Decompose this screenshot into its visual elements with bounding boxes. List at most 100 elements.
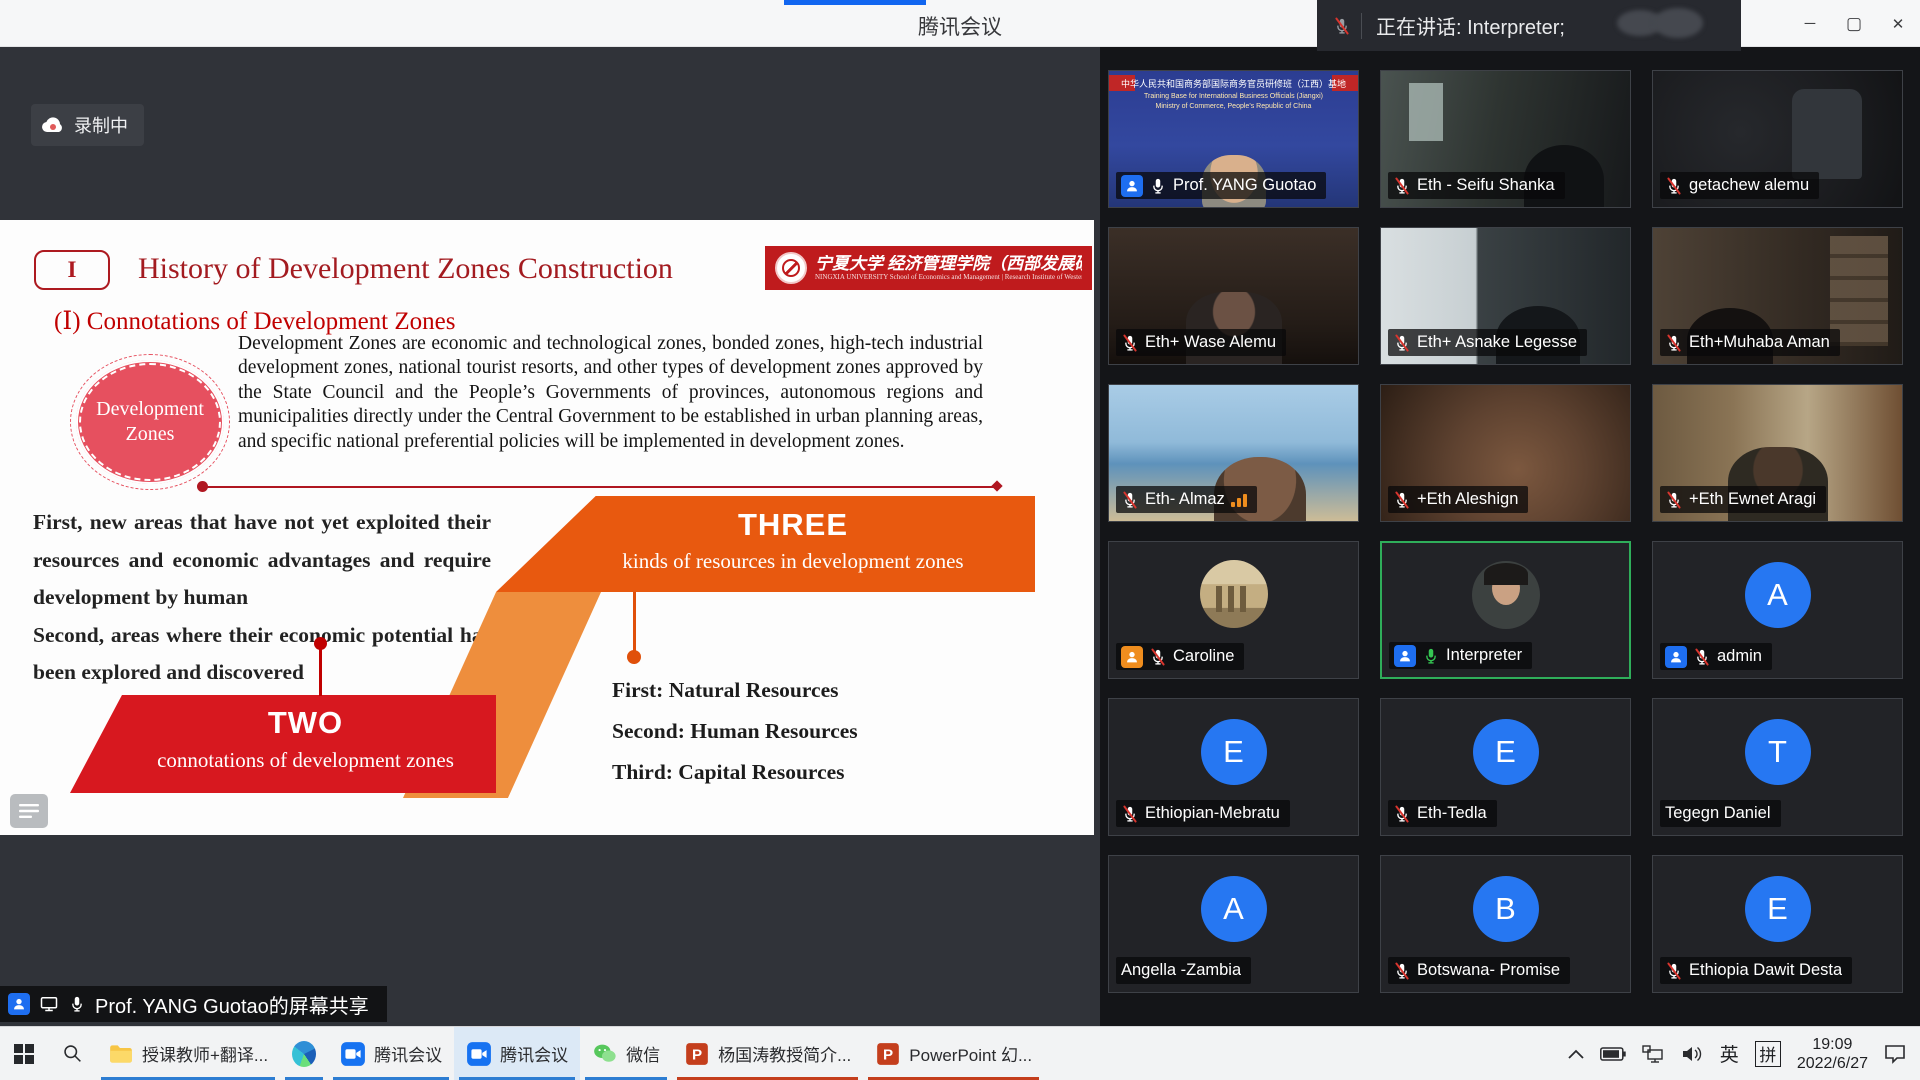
mic-on-icon bbox=[68, 995, 86, 1013]
taskbar-app-folder[interactable]: 授课教师+翻译... bbox=[96, 1027, 280, 1080]
university-logo-banner: 宁夏大学 经济管理学院（西部发展研究院） NINGXIA UNIVERSITY … bbox=[765, 246, 1092, 290]
red-connector-line bbox=[319, 648, 322, 696]
taskbar-app-label: 腾讯会议 bbox=[500, 1041, 568, 1066]
university-name-en: NINGXIA UNIVERSITY School of Economics a… bbox=[815, 274, 1082, 282]
edge-icon bbox=[292, 1041, 316, 1067]
participant-namebar: Eth - Seifu Shanka bbox=[1388, 172, 1565, 199]
mic-muted-icon bbox=[1121, 334, 1139, 352]
overlay-divider bbox=[1361, 13, 1362, 39]
screen-share-icon bbox=[39, 994, 59, 1014]
participant-namebar: Angella -Zambia bbox=[1116, 957, 1251, 984]
taskbar-app-powerpoint-1[interactable]: P 杨国涛教授简介... bbox=[672, 1027, 863, 1080]
slide-title: History of Development Zones Constructio… bbox=[138, 252, 673, 286]
mic-muted-icon bbox=[1393, 334, 1411, 352]
participant-namebar: Eth-Tedla bbox=[1388, 800, 1497, 827]
tab-accent-bar bbox=[784, 0, 926, 5]
cohost-badge-icon bbox=[1121, 646, 1143, 668]
participant-namebar: Tegegn Daniel bbox=[1660, 800, 1781, 827]
participant-tile[interactable]: getachew alemu bbox=[1652, 70, 1903, 208]
recording-badge: 录制中 bbox=[31, 104, 144, 146]
avatar-letter: B bbox=[1473, 876, 1539, 942]
participant-name: Eth - Seifu Shanka bbox=[1417, 176, 1555, 195]
participant-tile[interactable]: Eth- Almaz bbox=[1108, 384, 1359, 522]
minimize-button[interactable]: ─ bbox=[1788, 0, 1832, 47]
participant-tile[interactable]: E Ethiopian-Mebratu bbox=[1108, 698, 1359, 836]
network-icon[interactable] bbox=[1642, 1045, 1666, 1063]
mic-muted-icon bbox=[1693, 648, 1711, 666]
battery-icon[interactable] bbox=[1600, 1047, 1626, 1061]
participant-tile[interactable]: +Eth Aleshign bbox=[1380, 384, 1631, 522]
mic-muted-icon bbox=[1393, 491, 1411, 509]
participant-tile[interactable]: B Botswana- Promise bbox=[1380, 855, 1631, 993]
taskbar-app-label: 杨国涛教授简介... bbox=[718, 1041, 851, 1066]
input-language-indicator[interactable]: 英 bbox=[1720, 1040, 1739, 1067]
taskbar-app-meeting-2-active[interactable]: 腾讯会议 bbox=[454, 1027, 580, 1080]
connector-endpoint bbox=[991, 480, 1002, 491]
participant-tile[interactable]: T Tegegn Daniel bbox=[1652, 698, 1903, 836]
participant-namebar: Interpreter bbox=[1389, 642, 1532, 669]
mic-muted-icon bbox=[1121, 805, 1139, 823]
university-name-cn: 宁夏大学 经济管理学院（西部发展研究院） bbox=[815, 255, 1082, 274]
shared-screen-stage: 录制中 I History of Development Zones Const… bbox=[0, 47, 1100, 1026]
ime-pinyin-indicator[interactable]: 拼 bbox=[1755, 1041, 1781, 1067]
taskbar-app-label: 腾讯会议 bbox=[374, 1041, 442, 1066]
taskbar-clock[interactable]: 19:09 2022/6/27 bbox=[1797, 1035, 1868, 1073]
action-center-icon[interactable] bbox=[1884, 1044, 1906, 1064]
participant-tile[interactable]: E Ethiopia Dawit Desta bbox=[1652, 855, 1903, 993]
mic-muted-icon bbox=[1665, 491, 1683, 509]
speaker-icon[interactable] bbox=[1682, 1045, 1704, 1063]
close-button[interactable]: ✕ bbox=[1876, 0, 1920, 47]
taskbar-app-edge[interactable] bbox=[280, 1027, 328, 1080]
participant-name: Tegegn Daniel bbox=[1665, 804, 1771, 823]
participant-tile[interactable]: Eth+ Wase Alemu bbox=[1108, 227, 1359, 365]
tencent-meeting-icon bbox=[466, 1041, 492, 1067]
participant-tile[interactable]: E Eth-Tedla bbox=[1380, 698, 1631, 836]
search-button[interactable] bbox=[48, 1027, 96, 1080]
taskbar-app-wechat[interactable]: 微信 bbox=[580, 1027, 672, 1080]
mic-muted-icon bbox=[1393, 805, 1411, 823]
start-button[interactable] bbox=[0, 1027, 48, 1080]
participant-tile[interactable]: A admin bbox=[1652, 541, 1903, 679]
participant-name: Ethiopian-Mebratu bbox=[1145, 804, 1280, 823]
taskbar-app-meeting-1[interactable]: 腾讯会议 bbox=[328, 1027, 454, 1080]
participant-tile[interactable]: 中华人民共和国商务部国际商务官员研修班（江西）基地 Training Base … bbox=[1108, 70, 1359, 208]
participant-tile-speaking[interactable]: Interpreter bbox=[1380, 541, 1631, 679]
participant-tile[interactable]: +Eth Ewnet Aragi bbox=[1652, 384, 1903, 522]
participant-name: +Eth Aleshign bbox=[1417, 490, 1518, 509]
system-tray: 英 拼 19:09 2022/6/27 bbox=[1568, 1027, 1920, 1080]
participant-tile[interactable]: Eth+Muhaba Aman bbox=[1652, 227, 1903, 365]
tray-expand-icon[interactable] bbox=[1568, 1049, 1584, 1059]
participant-namebar: +Eth Ewnet Aragi bbox=[1660, 486, 1826, 513]
taskbar-app-powerpoint-2[interactable]: P PowerPoint 幻... bbox=[863, 1027, 1044, 1080]
participant-name: Caroline bbox=[1173, 647, 1234, 666]
participant-namebar: Eth+ Asnake Legesse bbox=[1388, 329, 1587, 356]
sidebar-toggle-button[interactable] bbox=[10, 794, 48, 828]
participant-namebar: Eth+ Wase Alemu bbox=[1116, 329, 1286, 356]
blur-artifact bbox=[1653, 8, 1703, 38]
folder-icon bbox=[108, 1041, 134, 1067]
three-banner: THREE kinds of resources in development … bbox=[496, 496, 1035, 592]
avatar-letter: T bbox=[1745, 719, 1811, 785]
participant-name: Ethiopia Dawit Desta bbox=[1689, 961, 1842, 980]
participant-name: Botswana- Promise bbox=[1417, 961, 1560, 980]
participant-video-detail bbox=[1792, 89, 1862, 179]
participant-name: Eth-Tedla bbox=[1417, 804, 1487, 823]
participant-tile[interactable]: Eth - Seifu Shanka bbox=[1380, 70, 1631, 208]
powerpoint-icon: P bbox=[684, 1041, 710, 1067]
participant-tile[interactable]: A Angella -Zambia bbox=[1108, 855, 1359, 993]
maximize-button[interactable]: ▢ bbox=[1832, 0, 1876, 47]
participant-name: Prof. YANG Guotao bbox=[1173, 176, 1316, 195]
avatar-letter: A bbox=[1201, 876, 1267, 942]
participant-tile[interactable]: Eth+ Asnake Legesse bbox=[1380, 227, 1631, 365]
participant-namebar: admin bbox=[1660, 643, 1772, 670]
wechat-icon bbox=[592, 1041, 618, 1067]
cloud-recording-icon bbox=[41, 116, 65, 134]
mic-muted-icon bbox=[1121, 491, 1139, 509]
two-banner: TWO connotations of development zones bbox=[70, 695, 496, 793]
participant-name: getachew alemu bbox=[1689, 176, 1809, 195]
avatar-letter: E bbox=[1201, 719, 1267, 785]
participant-tile[interactable]: Caroline bbox=[1108, 541, 1359, 679]
list-icon bbox=[19, 803, 39, 819]
participant-namebar: Ethiopian-Mebratu bbox=[1116, 800, 1290, 827]
slide-left-points: First, new areas that have not yet explo… bbox=[33, 504, 491, 692]
